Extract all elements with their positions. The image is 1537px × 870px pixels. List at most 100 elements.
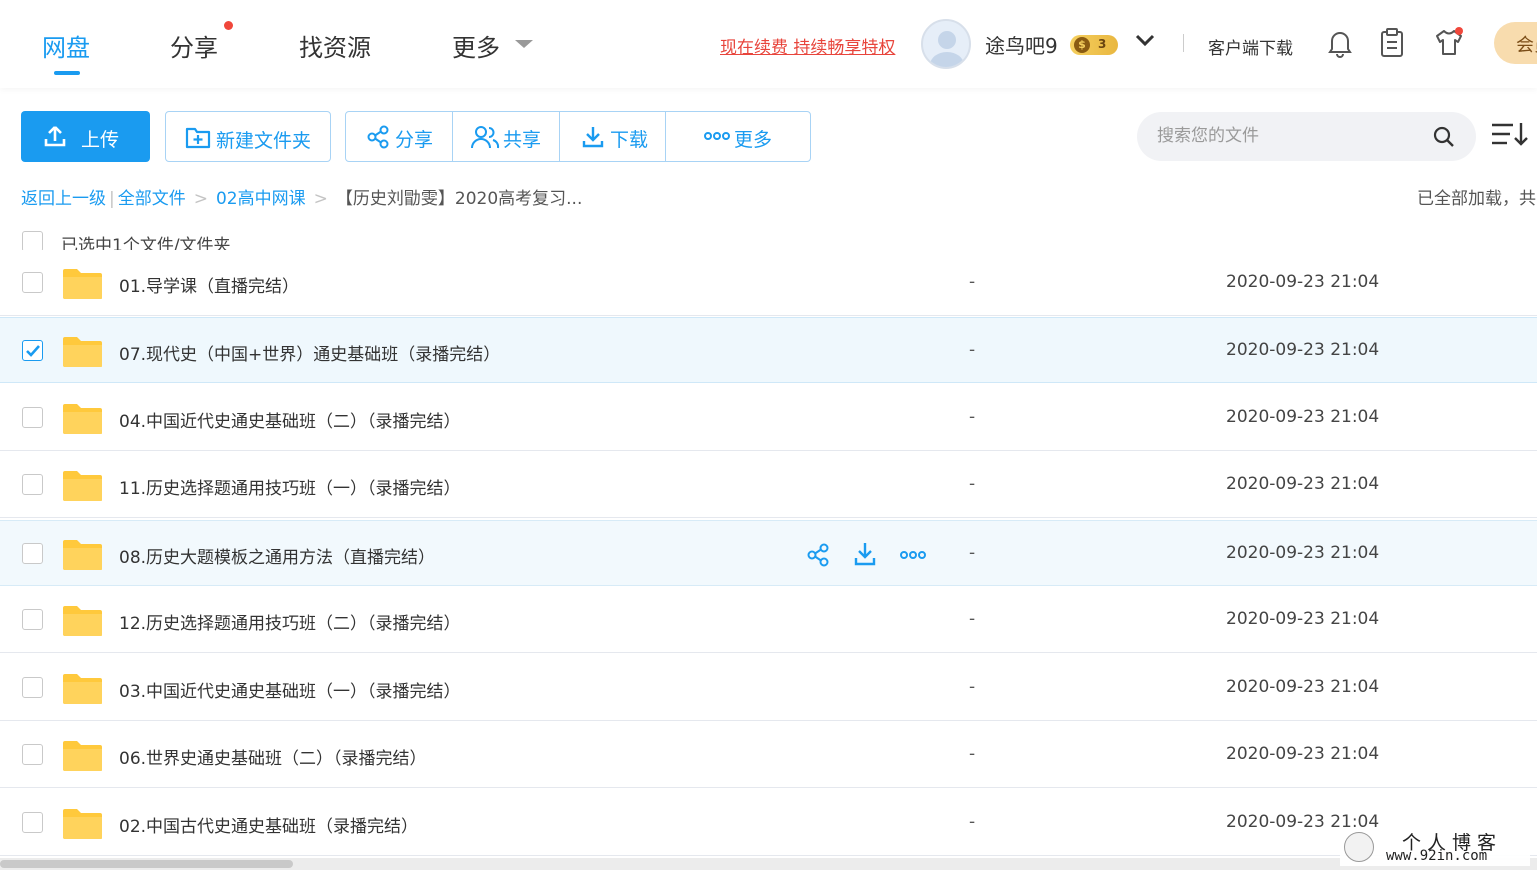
file-action-group: 分享 共享 下载 更多	[345, 111, 811, 162]
row-checkbox[interactable]	[22, 474, 43, 495]
row-checkbox[interactable]	[22, 272, 43, 293]
checkmark-icon	[26, 345, 40, 357]
upload-button[interactable]: 上传	[21, 111, 150, 162]
folder-icon	[62, 470, 103, 502]
new-folder-button[interactable]: 新建文件夹	[165, 111, 331, 162]
ellipsis-icon	[704, 132, 730, 140]
search-box	[1137, 112, 1476, 161]
breadcrumb-parent-folder[interactable]: 02高中网课	[216, 189, 306, 209]
member-button[interactable]: 会员	[1494, 22, 1537, 64]
new-folder-icon	[185, 127, 211, 149]
breadcrumb-current-folder: 【历史刘勖雯】2020高考复习...	[335, 189, 583, 209]
watermark-url: www.92in.com	[1386, 848, 1488, 864]
file-name[interactable]: 08.历史大题模板之通用方法（直播完结）	[119, 543, 435, 568]
file-name[interactable]: 11.历史选择题通用技巧班（一）（录播完结）	[119, 474, 461, 499]
download-button[interactable]: 下载	[560, 112, 666, 161]
file-row[interactable]: 02.中国古代史通史基础班（录播完结） -2020-09-23 21:04	[0, 790, 1537, 856]
watermark: 个人博客 www.92in.com	[1340, 828, 1530, 866]
shirt-notification-dot	[1455, 27, 1463, 35]
caret-down-icon[interactable]	[515, 40, 533, 48]
file-row[interactable]: 12.历史选择题通用技巧班（二）（录播完结） - 2020-09-23 21:04	[0, 587, 1537, 653]
bell-icon[interactable]	[1327, 28, 1353, 58]
load-status: 已全部加载，共	[1417, 189, 1536, 209]
file-row[interactable]: 07.现代史（中国+世界）通史基础班（录播完结） - 2020-09-23 21:0…	[0, 317, 1537, 383]
file-name[interactable]: 12.历史选择题通用技巧班（二）（录播完结）	[119, 609, 461, 634]
file-name[interactable]: 03.中国近代史通史基础班（一）（录播完结）	[119, 677, 461, 702]
file-size: -	[969, 474, 976, 494]
vip-level: 3	[1098, 37, 1107, 51]
row-checkbox[interactable]	[22, 744, 43, 765]
file-size: -	[969, 272, 976, 292]
folder-icon	[62, 336, 103, 368]
chevron-down-icon[interactable]	[1134, 32, 1156, 48]
file-size: -	[969, 340, 976, 360]
search-input[interactable]	[1157, 122, 1427, 150]
share-notification-dot	[224, 21, 233, 30]
file-row[interactable]: 08.历史大题模板之通用方法（直播完结） - 2020-09-23 21:04	[0, 520, 1537, 586]
file-row[interactable]: 11.历史选择题通用技巧班（一）（录播完结） - 2020-09-23 21:04	[0, 452, 1537, 518]
row-checkbox[interactable]	[22, 543, 43, 564]
nav-tab-netdisk[interactable]: 网盘	[42, 28, 90, 63]
collab-share-button[interactable]: 共享	[453, 112, 560, 161]
file-size: -	[969, 609, 976, 629]
file-modified-date: 2020-09-23 21:04	[1226, 744, 1380, 764]
download-icon	[582, 127, 604, 148]
row-checkbox[interactable]	[22, 677, 43, 698]
coin-icon: $	[1074, 37, 1090, 53]
file-row[interactable]: 01.导学课（直播完结） - 2020-09-23 21:04	[0, 250, 1537, 316]
clipboard-icon[interactable]	[1380, 28, 1404, 58]
scrollbar-thumb[interactable]	[0, 860, 293, 868]
sort-icon[interactable]	[1491, 120, 1529, 148]
row-checkbox[interactable]	[22, 812, 43, 833]
file-modified-date: 2020-09-23 21:04	[1226, 407, 1380, 427]
file-name[interactable]: 07.现代史（中国+世界）通史基础班（录播完结）	[119, 340, 500, 365]
nav-tab-find-resources[interactable]: 找资源	[299, 28, 371, 63]
file-name[interactable]: 04.中国近代史通史基础班（二）（录播完结）	[119, 407, 461, 432]
folder-icon	[62, 268, 103, 300]
nav-tab-share[interactable]: 分享	[170, 28, 218, 63]
file-size: -	[969, 744, 976, 764]
row-checkbox[interactable]	[22, 407, 43, 428]
file-name[interactable]: 01.导学课（直播完结）	[119, 272, 299, 297]
client-download-link[interactable]: 客户端下载	[1208, 34, 1293, 59]
share-button[interactable]: 分享	[346, 112, 453, 161]
username[interactable]: 途鸟吧9	[985, 30, 1058, 59]
breadcrumb-all-files[interactable]: 全部文件	[118, 189, 186, 209]
select-all-checkbox[interactable]	[22, 231, 43, 252]
row-checkbox[interactable]	[22, 609, 43, 630]
file-row[interactable]: 03.中国近代史通史基础班（一）（录播完结） - 2020-09-23 21:04	[0, 655, 1537, 721]
row-checkbox[interactable]	[22, 340, 43, 361]
folder-icon	[62, 403, 103, 435]
file-modified-date: 2020-09-23 21:04	[1226, 474, 1380, 494]
share-label: 分享	[395, 129, 434, 151]
folder-icon	[62, 539, 103, 571]
share-icon	[367, 125, 389, 149]
file-row[interactable]: 04.中国近代史通史基础班（二）（录播完结） - 2020-09-23 21:04	[0, 385, 1537, 451]
download-label: 下载	[610, 129, 649, 151]
share-icon[interactable]	[806, 543, 830, 567]
file-name[interactable]: 06.世界史通史基础班（二）（录播完结）	[119, 744, 427, 769]
folder-icon	[62, 808, 103, 840]
vip-level-badge[interactable]: $ 3	[1070, 35, 1118, 55]
breadcrumb-back-link[interactable]: 返回上一级	[21, 189, 106, 209]
ellipsis-icon[interactable]	[900, 549, 926, 561]
folder-icon	[62, 605, 103, 637]
folder-icon	[62, 740, 103, 772]
watermark-avatar	[1344, 832, 1374, 862]
horizontal-scrollbar[interactable]	[0, 858, 1537, 870]
file-row[interactable]: 06.世界史通史基础班（二）（录播完结） - 2020-09-23 21:04	[0, 722, 1537, 788]
breadcrumb-separator: >	[313, 189, 328, 209]
more-actions-label: 更多	[734, 129, 773, 151]
file-size: -	[969, 407, 976, 427]
file-size: -	[969, 677, 976, 697]
renew-membership-link[interactable]: 现在续费 持续畅享特权	[720, 33, 895, 58]
search-icon[interactable]	[1433, 126, 1455, 148]
download-icon[interactable]	[853, 541, 877, 567]
avatar[interactable]	[921, 19, 971, 69]
more-actions-button[interactable]: 更多	[666, 112, 810, 161]
active-tab-indicator	[54, 71, 80, 75]
file-size: -	[969, 812, 976, 832]
file-name[interactable]: 02.中国古代史通史基础班（录播完结）	[119, 812, 418, 837]
file-modified-date: 2020-09-23 21:04	[1226, 609, 1380, 629]
nav-tab-more[interactable]: 更多	[452, 28, 500, 63]
